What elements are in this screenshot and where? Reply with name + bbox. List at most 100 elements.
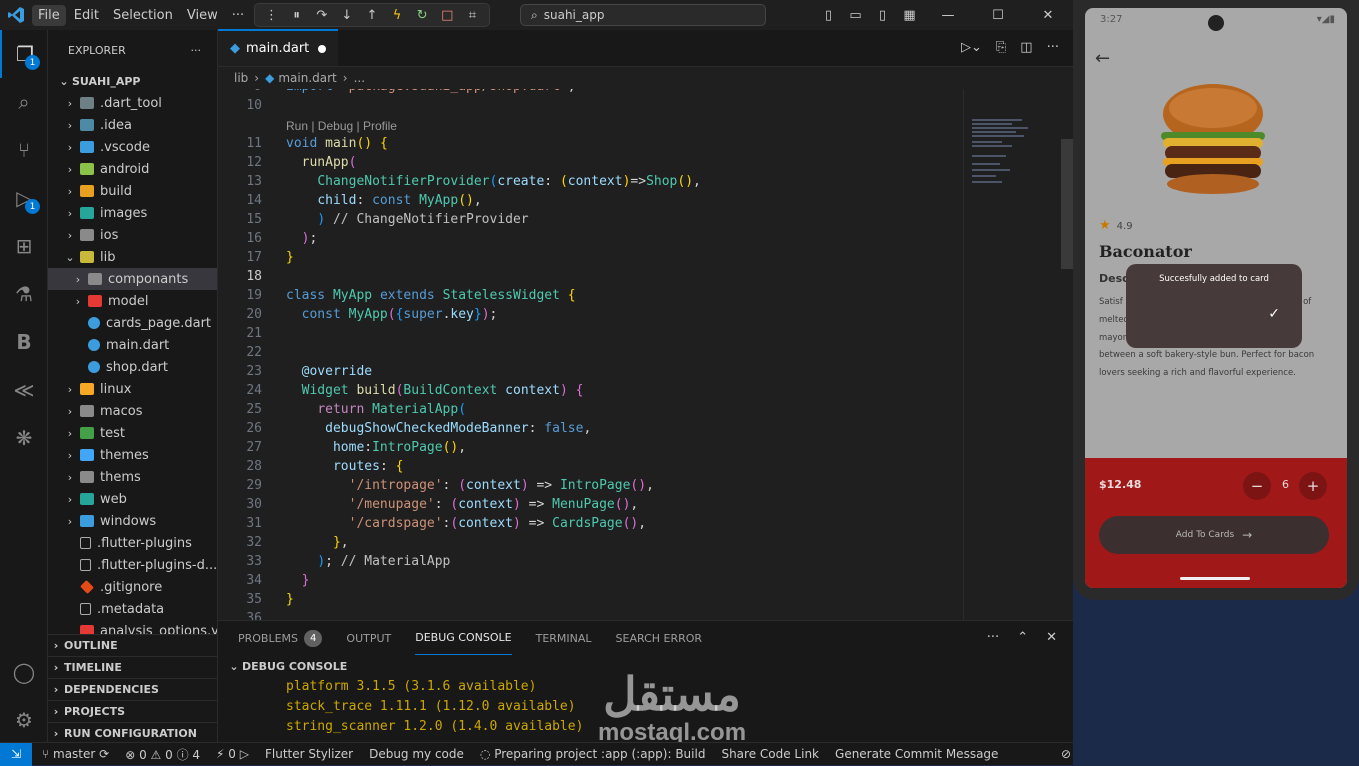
status-commit-message[interactable]: Generate Commit Message	[835, 747, 998, 761]
code-line[interactable]: runApp(	[286, 155, 357, 170]
drag-handle-icon[interactable]: ⋮	[262, 8, 282, 23]
tree-item[interactable]: › images	[48, 202, 217, 224]
tree-item[interactable]: › thems	[48, 466, 217, 488]
breadcrumb-lib[interactable]: lib	[234, 71, 248, 85]
restart-icon[interactable]: ↻	[412, 8, 432, 23]
code-line[interactable]: return MaterialApp(	[286, 402, 466, 417]
increment-button[interactable]: +	[1299, 472, 1327, 500]
section-timeline[interactable]: › TIMELINE	[48, 656, 217, 678]
tree-item[interactable]: ⌄ lib	[48, 246, 217, 268]
code-line[interactable]: debugShowCheckedModeBanner: false,	[286, 421, 591, 436]
tree-item[interactable]: .flutter-plugins-d...	[48, 554, 217, 576]
code-line[interactable]: );	[286, 231, 318, 246]
ports-status[interactable]: ⚡ 0 ▷	[216, 747, 249, 761]
codelens-run-debug[interactable]: Run | Debug | Profile	[286, 119, 397, 133]
tab-output[interactable]: OUTPUT	[346, 621, 391, 655]
maximize-panel-icon[interactable]: ⌃	[1017, 630, 1028, 645]
hot-reload-icon[interactable]: ϟ	[387, 8, 407, 23]
breadcrumb-symbol[interactable]: ...	[354, 71, 365, 85]
tree-item[interactable]: cards_page.dart	[48, 312, 217, 334]
extensions-icon[interactable]: ⊞	[0, 222, 48, 270]
section-projects[interactable]: › PROJECTS	[48, 700, 217, 722]
close-button[interactable]: ✕	[1023, 8, 1073, 23]
code-line[interactable]: ); // MaterialApp	[286, 554, 450, 569]
tree-item[interactable]: › build	[48, 180, 217, 202]
menu-view[interactable]: View	[181, 5, 224, 26]
status-preparing[interactable]: ◌ Preparing project :app (:app): Build	[480, 747, 706, 761]
menu-selection[interactable]: Selection	[107, 5, 179, 26]
tree-item[interactable]: › android	[48, 158, 217, 180]
tab-terminal[interactable]: TERMINAL	[536, 621, 592, 655]
flutter-icon[interactable]: ≪	[0, 366, 48, 414]
run-debug-icon[interactable]: ▷ 1	[0, 174, 48, 222]
step-out-icon[interactable]: ↑	[362, 8, 382, 23]
toggle-sidebar-icon[interactable]: ▯	[815, 8, 842, 23]
code-line[interactable]: ChangeNotifierProvider(create: (context)…	[286, 174, 701, 189]
tree-item[interactable]: main.dart	[48, 334, 217, 356]
tree-item[interactable]: › windows	[48, 510, 217, 532]
tree-item[interactable]: › test	[48, 422, 217, 444]
close-panel-icon[interactable]: ✕	[1046, 630, 1057, 645]
back-arrow-icon[interactable]: ←	[1095, 48, 1110, 69]
code-line[interactable]: Widget build(BuildContext context) {	[286, 383, 584, 398]
maximize-button[interactable]: ☐	[973, 8, 1023, 23]
code-line[interactable]: },	[286, 535, 349, 550]
stop-icon[interactable]: □	[437, 8, 457, 23]
remote-indicator-icon[interactable]: ⇲	[0, 742, 32, 766]
code-line[interactable]: }	[286, 592, 294, 607]
customize-layout-icon[interactable]: ▦	[896, 8, 923, 23]
code-line[interactable]: }	[286, 573, 310, 588]
tab-debug-console[interactable]: DEBUG CONSOLE	[415, 621, 512, 655]
tree-item[interactable]: .metadata	[48, 598, 217, 620]
tree-item[interactable]: › macos	[48, 400, 217, 422]
more-actions-icon[interactable]: ···	[987, 630, 999, 645]
code-line[interactable]: ) // ChangeNotifierProvider	[286, 212, 528, 227]
tree-item[interactable]: shop.dart	[48, 356, 217, 378]
no-entry-icon[interactable]: ⊘	[1061, 747, 1071, 761]
code-line[interactable]: }	[286, 250, 294, 265]
step-into-icon[interactable]: ↓	[337, 8, 357, 23]
tab-main-dart[interactable]: ◆ main.dart	[218, 29, 338, 66]
tree-item[interactable]: .flutter-plugins	[48, 532, 217, 554]
problems-status[interactable]: ⊗ 0 ⚠ 0 ⓘ 4	[125, 746, 200, 763]
section-run-configuration[interactable]: › RUN CONFIGURATION	[48, 722, 217, 742]
code-line[interactable]: routes: {	[286, 459, 403, 474]
tree-item[interactable]: › .dart_tool	[48, 92, 217, 114]
search-activity-icon[interactable]: ⌕	[0, 78, 48, 126]
tree-item[interactable]: › .vscode	[48, 136, 217, 158]
section-dependencies[interactable]: › DEPENDENCIES	[48, 678, 217, 700]
code-line[interactable]: child: const MyApp(),	[286, 193, 481, 208]
code-line[interactable]: void main() {	[286, 136, 388, 151]
accounts-icon[interactable]: ◯	[0, 648, 48, 696]
tree-item[interactable]: › .idea	[48, 114, 217, 136]
code-editor[interactable]: 9 import 'package:suahi_app/shop.dart'; 10…	[218, 89, 963, 620]
add-to-cart-button[interactable]: Add To Cards →	[1099, 516, 1329, 554]
code-line[interactable]: '/intropage': (context) => IntroPage(),	[286, 478, 654, 493]
code-line[interactable]: @override	[286, 364, 372, 379]
run-debug-dropdown-icon[interactable]: ▷⌄	[961, 40, 982, 55]
branch-status[interactable]: ⑂ master ⟳	[42, 747, 109, 761]
code-line[interactable]: import 'package:suahi_app/shop.dart';	[286, 89, 576, 94]
tree-item[interactable]: › web	[48, 488, 217, 510]
tree-item[interactable]: .gitignore	[48, 576, 217, 598]
split-editor-icon[interactable]: ◫	[1020, 40, 1032, 55]
more-actions-icon[interactable]: ···	[191, 44, 202, 57]
unsaved-dot-icon[interactable]	[318, 44, 326, 53]
command-center-search[interactable]: ⌕ suahi_app	[520, 4, 766, 26]
tree-item[interactable]: › linux	[48, 378, 217, 400]
breadcrumb-file[interactable]: main.dart	[278, 71, 336, 85]
home-indicator[interactable]	[1180, 577, 1250, 580]
menu-more[interactable]: ···	[226, 5, 250, 26]
code-line[interactable]: const MyApp({super.key});	[286, 307, 498, 322]
status-flutter-stylizer[interactable]: Flutter Stylizer	[265, 747, 353, 761]
code-line[interactable]: '/cardspage':(context) => CardsPage(),	[286, 516, 646, 531]
code-line[interactable]: class MyApp extends StatelessWidget {	[286, 288, 576, 303]
menu-file[interactable]: File	[32, 4, 66, 26]
code-line[interactable]: '/menupage': (context) => MenuPage(),	[286, 497, 639, 512]
tree-item[interactable]: › model	[48, 290, 217, 312]
code-line[interactable]: home:IntroPage(),	[286, 440, 466, 455]
menu-edit[interactable]: Edit	[68, 5, 105, 26]
bloc-icon[interactable]: B	[0, 318, 48, 366]
tree-item[interactable]: › ios	[48, 224, 217, 246]
tab-search-error[interactable]: SEARCH ERROR	[616, 621, 703, 655]
